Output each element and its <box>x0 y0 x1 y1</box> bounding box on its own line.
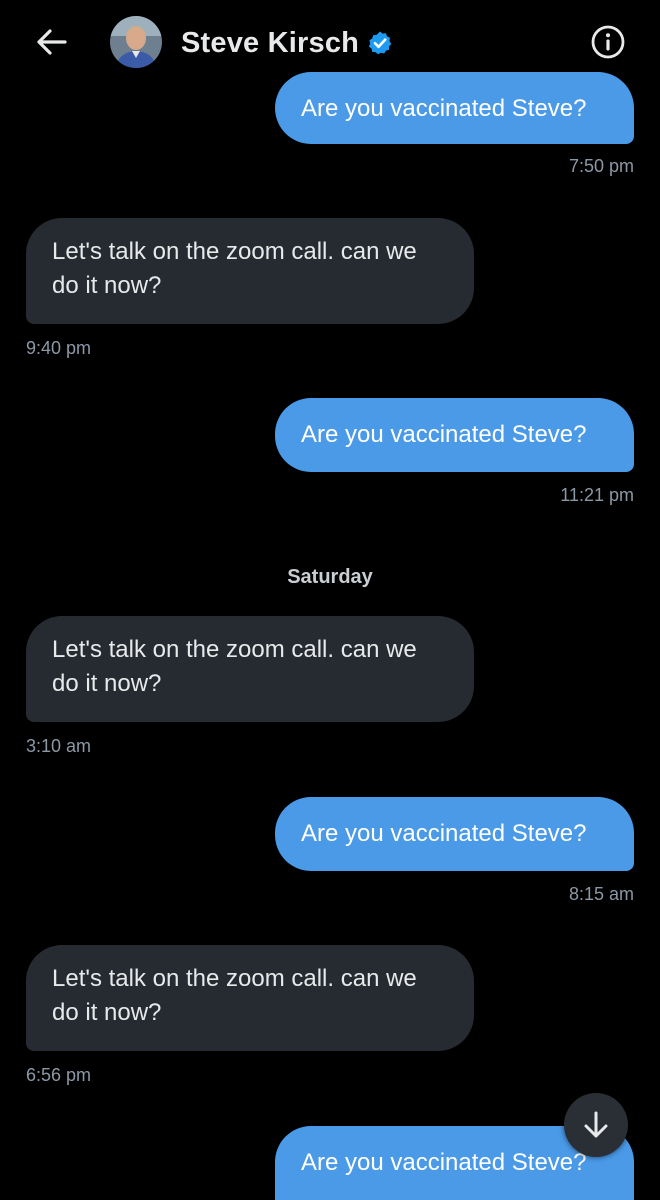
day-separator: Saturday <box>287 566 373 588</box>
message-text: Let's talk on the zoom call. can we do i… <box>52 965 417 1026</box>
message-text: Are you vaccinated Steve? <box>301 421 587 448</box>
message-timestamp: 6:56 pm <box>26 1065 92 1085</box>
arrow-down-icon <box>584 1111 608 1138</box>
avatar-image <box>110 16 162 68</box>
message-bubble-outgoing[interactable]: Are you vaccinated Steve? <box>275 797 634 871</box>
message-timestamp: 8:15 am <box>568 884 634 904</box>
message-bubble-outgoing[interactable]: Are you vaccinated Steve? <box>275 398 634 472</box>
message-text: Let's talk on the zoom call. can we do i… <box>52 636 417 697</box>
back-button[interactable] <box>30 22 74 62</box>
info-button[interactable] <box>588 22 628 62</box>
message-bubble-incoming[interactable]: Let's talk on the zoom call. can we do i… <box>26 945 474 1051</box>
avatar[interactable] <box>110 16 162 68</box>
contact-title[interactable]: Steve Kirsch <box>181 24 393 62</box>
message-timestamp: 7:50 pm <box>568 156 634 176</box>
message-text: Let's talk on the zoom call. can we do i… <box>52 238 417 299</box>
message-timestamp: 3:10 am <box>26 736 92 756</box>
message-bubble-incoming[interactable]: Let's talk on the zoom call. can we do i… <box>26 218 474 324</box>
message-timestamp: 11:21 pm <box>560 485 634 505</box>
verified-badge-icon <box>369 31 392 55</box>
message-bubble-incoming[interactable]: Let's talk on the zoom call. can we do i… <box>26 616 474 722</box>
arrow-left-icon <box>37 29 67 55</box>
scroll-to-bottom-button[interactable] <box>564 1093 628 1157</box>
message-bubble-outgoing[interactable]: Are you vaccinated Steve? <box>275 72 634 144</box>
contact-name: Steve Kirsch <box>181 26 360 59</box>
message-text: Are you vaccinated Steve? <box>301 1149 587 1176</box>
message-timestamp: 9:40 pm <box>26 338 92 358</box>
message-text: Are you vaccinated Steve? <box>301 820 587 847</box>
info-icon <box>591 25 625 59</box>
message-text: Are you vaccinated Steve? <box>301 95 587 122</box>
